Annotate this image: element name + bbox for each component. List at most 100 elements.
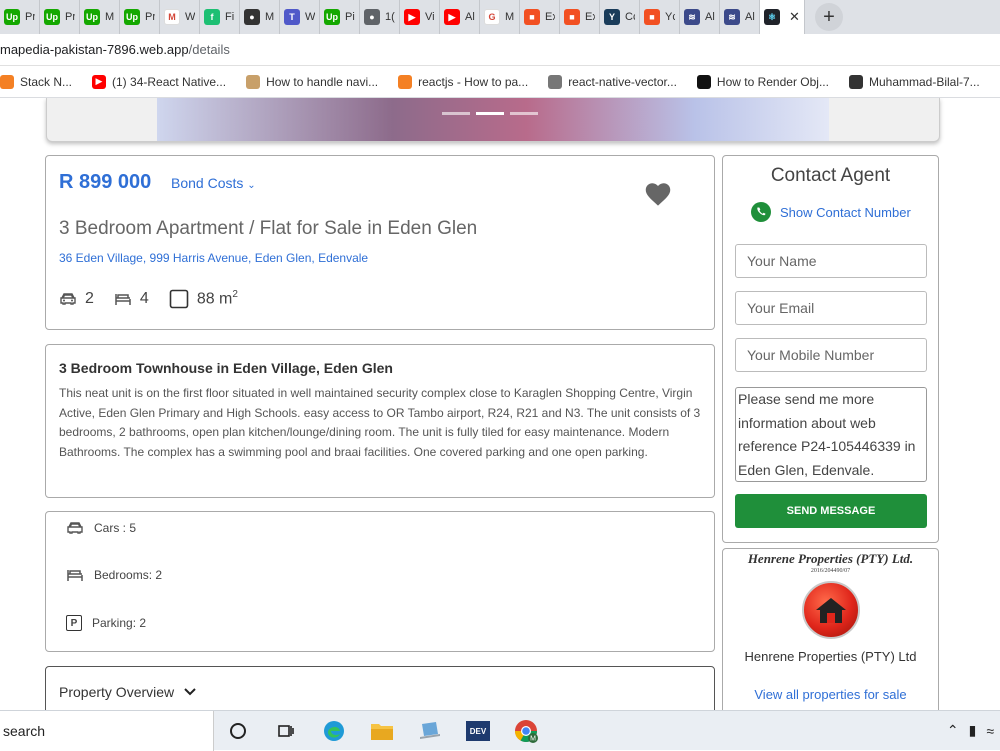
listing-price: R 899 000 — [59, 171, 151, 194]
carousel-dot[interactable] — [442, 112, 470, 115]
close-tab-icon[interactable]: ✕ — [789, 9, 800, 25]
contact-agent-card: Contact Agent Show Contact Number Your N… — [722, 155, 939, 543]
view-all-properties-link[interactable]: View all properties for sale — [723, 687, 938, 702]
bookmark-label: How to Render Obj... — [717, 75, 829, 89]
browser-tab[interactable]: ● 1( — [360, 0, 400, 34]
browser-tab-label: Fi — [225, 11, 235, 23]
address-bar[interactable]: mapedia-pakistan-7896.web.app/details — [0, 34, 1000, 66]
browser-tab-label: M — [265, 11, 275, 23]
message-textarea[interactable]: Please send me more information about we… — [735, 387, 927, 482]
globe-icon: ● — [364, 9, 380, 25]
wifi-icon[interactable]: ≈ — [986, 723, 994, 739]
browser-tab[interactable]: ■Ex — [560, 0, 600, 34]
browser-tab-label: Ex — [545, 11, 555, 23]
page-content: R 899 000 Bond Costs ⌄ 3 Bedroom Apartme… — [0, 98, 1000, 710]
bookmark-label: (1) 34-React Native... — [112, 75, 226, 89]
send-message-button[interactable]: SEND MESSAGE — [735, 494, 927, 528]
browser-tab[interactable]: Up Pi — [320, 0, 360, 34]
browser-tab-label: Yc — [665, 11, 675, 23]
bond-costs-dropdown[interactable]: Bond Costs ⌄ — [171, 175, 256, 191]
bookmark-item[interactable]: Muhammad-Bilal-7... — [849, 75, 980, 89]
chevron-down-icon — [184, 688, 196, 696]
browser-tab[interactable]: GM — [480, 0, 520, 34]
browser-tab[interactable]: MW — [160, 0, 200, 34]
browser-tab-label: M — [505, 11, 515, 23]
laptop-app-icon[interactable] — [406, 711, 454, 751]
url-host: mapedia-pakistan-7896.web.app — [0, 42, 189, 57]
browser-tab[interactable]: fFi — [200, 0, 240, 34]
bookmark-label: react-native-vector... — [568, 75, 677, 89]
bookmark-item[interactable]: Stack N... — [0, 75, 72, 89]
cortana-icon[interactable] — [214, 711, 262, 751]
browser-tab[interactable]: ≋Al — [720, 0, 760, 34]
browser-tab-label: Pr — [145, 11, 155, 23]
bookmark-item[interactable]: ▶ (1) 34-React Native... — [92, 75, 226, 89]
property-overview-toggle[interactable]: Property Overview — [59, 684, 196, 700]
browser-tab-label: Al — [705, 11, 715, 23]
dev-app-icon[interactable]: DEV — [454, 711, 502, 751]
react-icon: ⚛ — [764, 9, 780, 25]
favorite-heart-icon[interactable] — [644, 181, 672, 207]
name-input[interactable]: Your Name — [735, 244, 927, 278]
listing-title: 3 Bedroom Apartment / Flat for Sale in E… — [59, 218, 477, 240]
specs-card: Cars : 5 Bedrooms: 2 P Parking: 2 — [45, 511, 715, 652]
file-explorer-icon[interactable] — [358, 711, 406, 751]
bookmark-item[interactable]: react-native-vector... — [548, 75, 677, 89]
browser-tab[interactable]: ■Yc — [640, 0, 680, 34]
upwork-icon: Up — [44, 9, 60, 25]
upwork-icon: Up — [124, 9, 140, 25]
carousel-dot[interactable] — [510, 112, 538, 115]
browser-tab-label: Pi — [345, 11, 355, 23]
browser-tab[interactable]: Up Pr — [40, 0, 80, 34]
browser-tab[interactable]: TW — [280, 0, 320, 34]
bookmark-item[interactable]: How to handle navi... — [246, 75, 378, 89]
browser-tab[interactable]: UpM — [80, 0, 120, 34]
property-overview-label: Property Overview — [59, 684, 174, 700]
listing-address[interactable]: 36 Eden Village, 999 Harris Avenue, Eden… — [59, 251, 368, 265]
bookmark-item[interactable]: reactjs - How to pa... — [398, 75, 528, 89]
browser-tab[interactable]: ▶Vi — [400, 0, 440, 34]
upwork-icon: Up — [324, 9, 340, 25]
bookmark-label: Muhammad-Bilal-7... — [869, 75, 980, 89]
listing-features: 2 4 88 m2 — [59, 289, 238, 309]
show-contact-number-link[interactable]: Show Contact Number — [750, 201, 911, 223]
task-view-icon[interactable] — [262, 711, 310, 751]
youtube-icon: ▶ — [404, 9, 420, 25]
edge-icon[interactable] — [310, 711, 358, 751]
new-tab-button[interactable]: + — [815, 3, 843, 31]
browser-tab[interactable]: YCc — [600, 0, 640, 34]
browser-tab-label: 1( — [385, 11, 395, 23]
browser-tab-label: W — [305, 11, 315, 23]
browser-tab[interactable]: ▶Al — [440, 0, 480, 34]
browser-tab[interactable]: UpPr — [0, 0, 40, 34]
property-overview-section[interactable]: Property Overview — [45, 666, 715, 710]
browser-tab[interactable]: ●M — [240, 0, 280, 34]
carousel-dot-active[interactable] — [476, 112, 504, 115]
mobile-input[interactable]: Your Mobile Number — [735, 338, 927, 372]
browser-tab-active[interactable]: ⚛✕ — [760, 0, 805, 34]
browser-tab[interactable]: ≋Al — [680, 0, 720, 34]
youtube-icon: ▶ — [92, 75, 106, 89]
windows-taskbar: search DEV M ⌃ ▮ ≈ — [0, 710, 1000, 750]
chrome-icon[interactable]: M — [502, 711, 550, 751]
browser-tab[interactable]: Up Pr — [120, 0, 160, 34]
taskbar-search[interactable]: search — [0, 711, 214, 751]
listing-summary-card: R 899 000 Bond Costs ⌄ 3 Bedroom Apartme… — [45, 155, 715, 330]
browser-tab-label: W — [185, 11, 195, 23]
bed-icon — [114, 292, 132, 306]
browser-tab-label: Pr — [65, 11, 75, 23]
listing-photo-carousel[interactable] — [46, 98, 940, 142]
url-text[interactable]: mapedia-pakistan-7896.web.app/details — [0, 42, 230, 57]
github-icon — [849, 75, 863, 89]
chevron-down-icon: ⌄ — [247, 180, 255, 191]
bookmark-item[interactable]: How to Render Obj... — [697, 75, 829, 89]
microsoft-icon: ■ — [524, 9, 540, 25]
email-input[interactable]: Your Email — [735, 291, 927, 325]
github-icon: ● — [244, 9, 260, 25]
agency-logo[interactable] — [802, 581, 860, 639]
teams-icon: T — [284, 9, 300, 25]
browser-tab[interactable]: ■ Ex — [520, 0, 560, 34]
battery-icon[interactable]: ▮ — [969, 722, 977, 739]
chevron-up-icon[interactable]: ⌃ — [947, 722, 959, 739]
listing-photo — [157, 98, 829, 142]
